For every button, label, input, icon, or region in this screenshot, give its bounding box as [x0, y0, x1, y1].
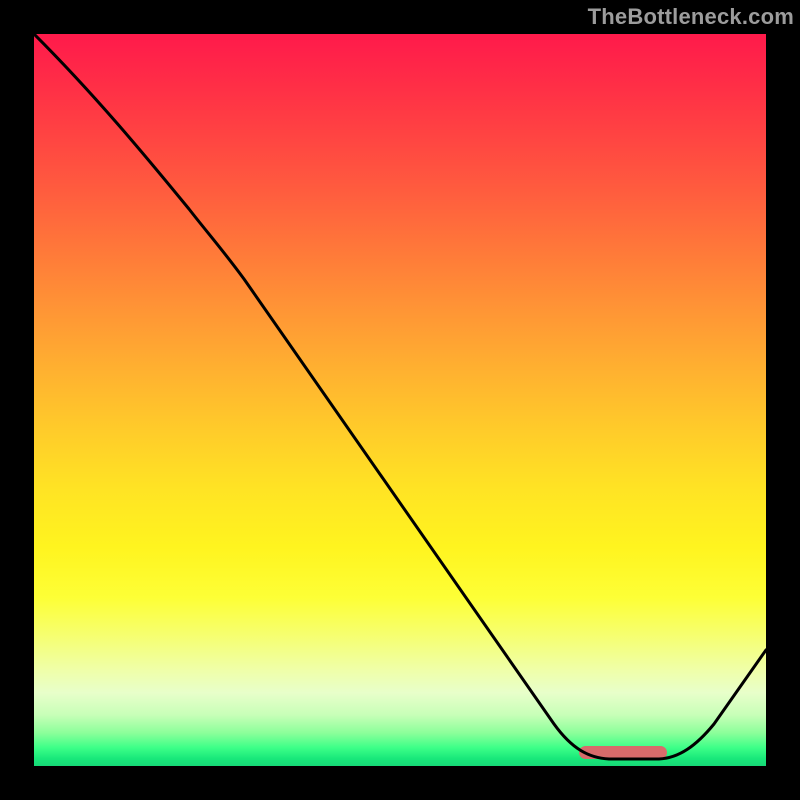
chart-frame: TheBottleneck.com [0, 0, 800, 800]
watermark-text: TheBottleneck.com [588, 4, 794, 30]
bottleneck-curve [34, 34, 766, 759]
chart-svg [34, 34, 766, 766]
plot-area [34, 34, 766, 766]
